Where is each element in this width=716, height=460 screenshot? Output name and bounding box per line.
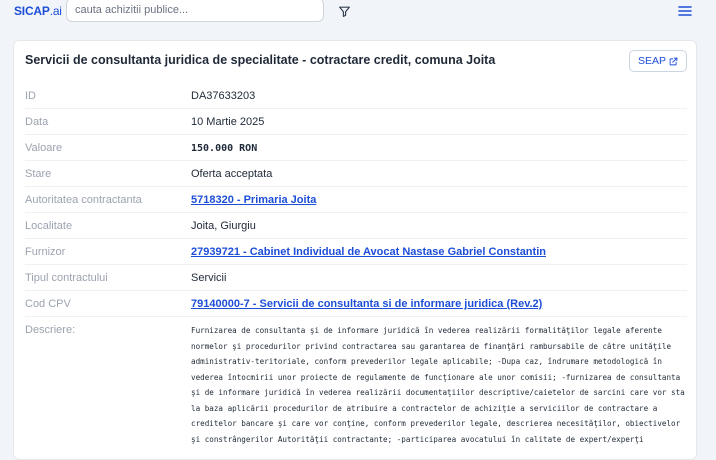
- detail-label: ID: [25, 90, 36, 102]
- detail-label: Data: [25, 116, 49, 128]
- detail-label: Valoare: [25, 142, 63, 154]
- details-list: ID DA37633203 Data 10 Martie 2025 Valoar…: [25, 83, 687, 457]
- menu-button[interactable]: [676, 3, 694, 19]
- detail-row-stare: Stare Oferta acceptata: [25, 161, 687, 187]
- logo-main: SICAP: [14, 4, 50, 18]
- filter-icon: [338, 6, 350, 17]
- page-title: Servicii de consultanta juridica de spec…: [25, 53, 496, 67]
- detail-row-tip: Tipul contractului Servicii: [25, 265, 687, 291]
- detail-row-valoare: Valoare 150.000 RON: [25, 135, 687, 161]
- search-input[interactable]: [66, 0, 324, 22]
- filter-button[interactable]: [333, 1, 355, 21]
- detail-label: Autoritatea contractanta: [25, 194, 142, 206]
- detail-value: DA37633203: [191, 90, 256, 102]
- detail-value: Joita, Giurgiu: [191, 220, 256, 232]
- seap-label: SEAP: [637, 55, 666, 67]
- detail-row-id: ID DA37633203: [25, 83, 687, 109]
- detail-label: Localitate: [25, 220, 73, 232]
- detail-label: Tipul contractului: [25, 272, 108, 284]
- detail-value: Servicii: [191, 272, 227, 284]
- authority-link[interactable]: 5718320 - Primaria Joita: [191, 194, 316, 206]
- supplier-link[interactable]: 27939721 - Cabinet Individual de Avocat …: [191, 246, 546, 258]
- detail-label: Furnizor: [25, 246, 66, 258]
- seap-button[interactable]: SEAP: [629, 50, 687, 72]
- detail-row-descriere: Descriere: Furnizarea de consultanta şi …: [25, 317, 687, 457]
- detail-value: 10 Martie 2025: [191, 116, 265, 128]
- detail-row-data: Data 10 Martie 2025: [25, 109, 687, 135]
- hamburger-icon: [678, 6, 692, 16]
- detail-row-furnizor: Furnizor 27939721 - Cabinet Individual d…: [25, 239, 687, 265]
- detail-label: Stare: [25, 168, 52, 180]
- cpv-link[interactable]: 79140000-7 - Servicii de consultanta si …: [191, 298, 542, 310]
- procurement-card: Servicii de consultanta juridica de spec…: [13, 40, 697, 460]
- detail-row-autoritate: Autoritatea contractanta 5718320 - Prima…: [25, 187, 687, 213]
- logo-suffix: .ai: [49, 4, 62, 18]
- top-bar: SICAP.ai: [0, 0, 716, 22]
- detail-row-cpv: Cod CPV 79140000-7 - Servicii de consult…: [25, 291, 687, 317]
- detail-value: 150.000 RON: [191, 143, 258, 154]
- logo[interactable]: SICAP.ai: [14, 4, 62, 18]
- detail-label: Descriere:: [25, 324, 76, 336]
- detail-label: Cod CPV: [25, 298, 71, 310]
- external-link-icon: [669, 57, 678, 65]
- detail-row-localitate: Localitate Joita, Giurgiu: [25, 213, 687, 239]
- detail-value: Oferta acceptata: [191, 168, 273, 180]
- description-text: Furnizarea de consultanta şi de informar…: [191, 326, 685, 444]
